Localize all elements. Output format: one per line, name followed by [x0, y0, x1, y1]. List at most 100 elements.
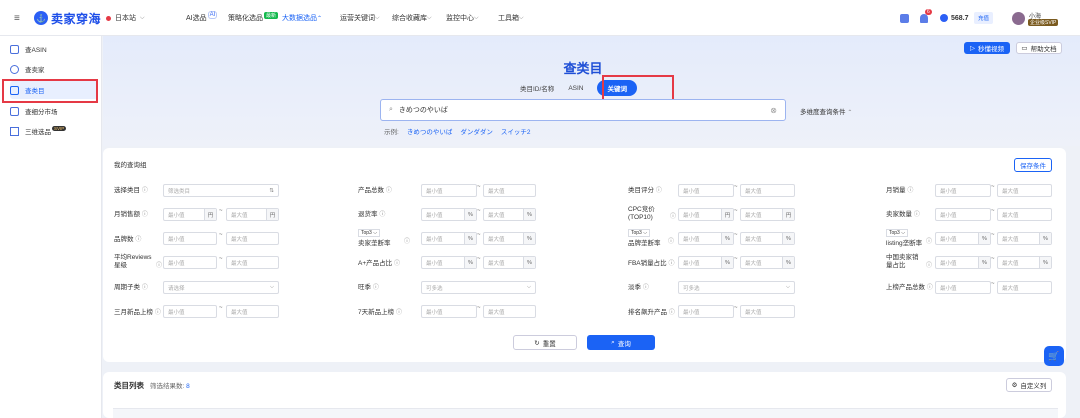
results-title: 类目列表	[114, 381, 144, 390]
max-input[interactable]: 最大值	[226, 232, 279, 245]
min-input[interactable]: 最小值	[935, 208, 991, 221]
max-input[interactable]: 最大值円	[226, 208, 279, 221]
doc-icon: ▭	[1021, 45, 1028, 52]
info-icon: ⓘ	[393, 261, 400, 267]
query-button[interactable]: ⌕ 查询	[587, 335, 655, 350]
min-input[interactable]: 最小值%	[421, 232, 477, 245]
min-input[interactable]: 最小值	[678, 305, 734, 318]
off-season-select[interactable]: 可多选 ⌵	[678, 281, 795, 294]
max-input[interactable]: 最大值	[997, 208, 1052, 221]
min-input[interactable]: 最小值	[678, 184, 734, 197]
sidebar-item-asin[interactable]: 查ASIN	[10, 40, 98, 58]
sidebar-item-3d[interactable]: 三维选品 SVIP	[10, 122, 98, 140]
min-input[interactable]: 最小值%	[678, 232, 734, 245]
min-input[interactable]: 最小值%	[421, 256, 477, 269]
example-link[interactable]: きめつのやいば	[407, 126, 453, 136]
search-input[interactable]: ⌕ きめつのやいば ⊗	[380, 99, 786, 121]
max-input[interactable]: 最大值	[997, 281, 1052, 294]
max-input[interactable]: 最大值%	[997, 256, 1052, 269]
top3-select[interactable]: Top3 ⌵	[358, 229, 381, 237]
min-input[interactable]: 最小值円	[678, 208, 734, 221]
max-input[interactable]: 最大值%	[740, 232, 795, 245]
coin-icon	[940, 14, 948, 22]
help-button[interactable]: ▭ 帮助文档	[1016, 42, 1062, 54]
info-icon: ⓘ	[926, 285, 933, 291]
min-input[interactable]: 最小值	[163, 305, 217, 318]
min-input[interactable]: 最小值	[163, 232, 217, 245]
filter-label: 品牌数 ⓘ	[114, 236, 142, 243]
min-input[interactable]: 最小值%	[935, 232, 991, 245]
message-icon[interactable]	[900, 0, 909, 36]
max-input[interactable]: 最大值	[483, 305, 536, 318]
max-input[interactable]: 最大值	[740, 184, 795, 197]
max-input[interactable]: 最大值	[226, 305, 279, 318]
info-icon: ⓘ	[907, 188, 914, 194]
chevron-up-icon: ⌃	[317, 15, 323, 22]
video-button[interactable]: ▷ 秒懂视频	[964, 42, 1010, 54]
max-input[interactable]: 最大值%	[997, 232, 1052, 245]
logo[interactable]: ⚓ 卖家穿海	[34, 0, 101, 36]
max-input[interactable]: 最大值%	[483, 232, 536, 245]
nav-bigdata-selection[interactable]: 大数据选品 ⌃	[282, 0, 322, 36]
max-input[interactable]: 最大值	[483, 184, 536, 197]
nav-favorites[interactable]: 综合收藏库 ⌵	[392, 0, 432, 36]
max-input[interactable]: 最大值%	[483, 208, 536, 221]
peak-season-select[interactable]: 可多选 ⌵	[421, 281, 536, 294]
cart-float-button[interactable]: 🛒	[1044, 346, 1064, 366]
min-input[interactable]: 最小值	[421, 184, 477, 197]
cycle-select[interactable]: 请选择 ⌵	[163, 281, 279, 294]
top3-select[interactable]: Top3 ⌵	[886, 229, 909, 237]
custom-columns-button[interactable]: ⚙ 自定义列	[1006, 378, 1052, 392]
nav-ai-selection[interactable]: AI选品 AI	[186, 0, 218, 36]
min-input[interactable]: 最小值%	[935, 256, 991, 269]
recharge-button[interactable]: 充值	[974, 0, 994, 36]
min-input[interactable]: 最小值	[421, 305, 477, 318]
min-input[interactable]: 最小值	[935, 184, 991, 197]
menu-icon[interactable]: ≡	[14, 0, 20, 36]
info-icon: ⓘ	[670, 214, 677, 220]
gear-icon: ⚙	[1011, 382, 1018, 389]
cube-icon	[10, 126, 19, 136]
site-selector[interactable]: 日本站 ⌵	[106, 0, 145, 36]
nav-monitor[interactable]: 监控中心 ⌵	[446, 0, 479, 36]
max-input[interactable]: 最大值	[997, 184, 1052, 197]
filter-label: 类目评分 ⓘ	[628, 187, 662, 194]
nav-strategy-selection[interactable]: 策略化选品 最新	[228, 0, 279, 36]
filter-label: 产品总数 ⓘ	[358, 187, 392, 194]
multi-query-toggle[interactable]: 多维度查询条件 ⌃	[800, 106, 852, 116]
chevron-down-icon: ⌵	[375, 14, 380, 21]
max-input[interactable]: 最大值%	[483, 256, 536, 269]
nav-toolbox[interactable]: 工具箱 ⌵	[498, 0, 524, 36]
svip-badge: SVIP	[52, 125, 67, 131]
max-input[interactable]: 最大值	[740, 305, 795, 318]
info-icon: ⓘ	[379, 212, 386, 218]
reset-button[interactable]: ↻ 重置	[513, 335, 577, 350]
max-input[interactable]: 最大值	[226, 256, 279, 269]
avatar	[1012, 11, 1025, 25]
min-input[interactable]: 最小值	[935, 281, 991, 294]
category-picker[interactable]: 筛选类目 ⇅	[163, 184, 279, 197]
tab-category-id[interactable]: 类目ID/名称	[520, 83, 554, 93]
min-input[interactable]: 最小值	[163, 256, 217, 269]
sidebar-item-market[interactable]: 查细分市场	[10, 102, 98, 120]
bell-icon[interactable]: 6	[920, 0, 935, 36]
example-link[interactable]: ダンダダン	[460, 126, 493, 136]
results-count: 筛选结果数: 8	[150, 383, 190, 390]
notification-badge: 6	[925, 9, 932, 15]
min-input[interactable]: 最小值%	[678, 256, 734, 269]
save-conditions-button[interactable]: 保存条件	[1014, 158, 1052, 172]
filter-label: 旺季 ⓘ	[358, 284, 379, 291]
top3-select[interactable]: Top3 ⌵	[628, 229, 651, 237]
user-menu[interactable]	[1012, 0, 1025, 36]
min-input[interactable]: 最小值円	[163, 208, 217, 221]
tab-asin[interactable]: ASIN	[568, 85, 583, 92]
top-bar: ≡ ⚓ 卖家穿海 日本站 ⌵ AI选品 AI 策略化选品 最新 大数据选品 ⌃ 运营关…	[0, 0, 1080, 36]
min-input[interactable]: 最小值%	[421, 208, 477, 221]
clear-icon[interactable]: ⊗	[770, 106, 777, 115]
info-icon: ⓘ	[135, 237, 142, 243]
highlight-box	[2, 79, 98, 103]
max-input[interactable]: 最大值%	[740, 256, 795, 269]
max-input[interactable]: 最大值円	[740, 208, 795, 221]
example-link[interactable]: スイッチ2	[501, 126, 531, 136]
nav-keywords[interactable]: 运营关键词 ⌵	[340, 0, 380, 36]
